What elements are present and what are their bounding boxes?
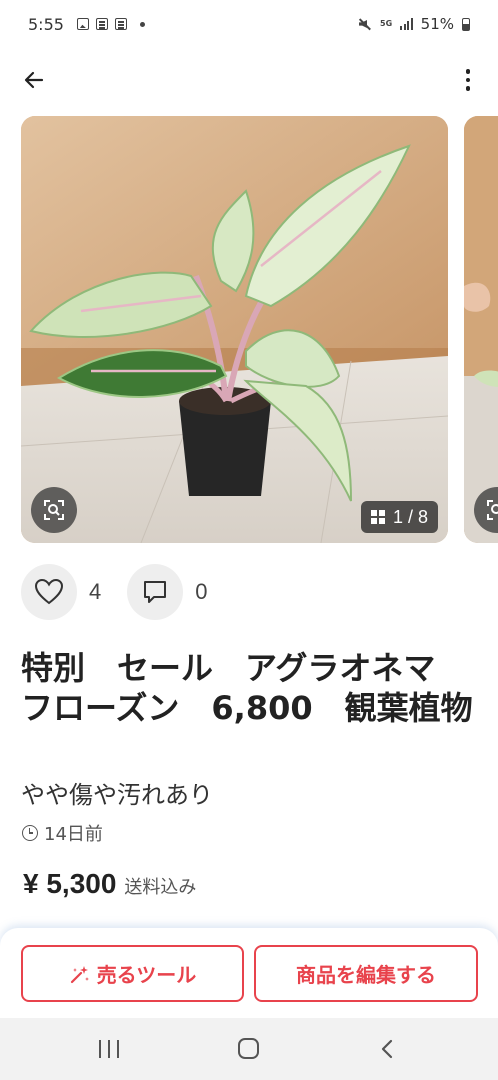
photo-counter: 1 / 8	[360, 501, 438, 533]
next-product-photo[interactable]	[464, 116, 498, 543]
doc-notification-icon	[95, 18, 108, 30]
item-title: 特別 セール アグラオネマ フローズン 6,800 観葉植物	[21, 649, 473, 727]
comment-count: 0	[195, 579, 208, 604]
status-right: 5G 51%	[358, 15, 470, 33]
grid-icon	[370, 510, 385, 524]
system-nav-bar	[0, 1018, 498, 1080]
back-button[interactable]	[16, 62, 52, 98]
bottom-action-bar: 売るツール 商品を編集する	[0, 928, 498, 1018]
more-vertical-icon	[465, 69, 471, 74]
mute-icon	[358, 17, 372, 31]
doc-notification-icon	[114, 18, 127, 30]
sell-tools-button[interactable]: 売るツール	[21, 945, 244, 1002]
magic-wand-icon	[70, 965, 89, 983]
recent-apps-button[interactable]	[99, 1040, 119, 1058]
sell-tools-label: 売るツール	[96, 963, 197, 987]
battery-icon	[462, 17, 470, 31]
photo-counter-text: 1 / 8	[392, 506, 428, 527]
comment-button[interactable]	[127, 564, 184, 620]
system-back-button[interactable]	[381, 1039, 393, 1059]
image-notification-icon	[76, 18, 89, 30]
item-condition: やや傷や汚れあり	[21, 781, 213, 809]
more-options-button[interactable]	[456, 62, 480, 98]
image-search-icon	[487, 500, 498, 520]
image-search-button[interactable]	[31, 487, 77, 533]
home-button[interactable]	[238, 1038, 259, 1059]
photo-gallery[interactable]: 1 / 8	[0, 116, 498, 544]
like-button[interactable]	[21, 564, 77, 620]
plant-photo-image	[21, 116, 448, 543]
like-count: 4	[89, 579, 102, 604]
posted-time-text: 14日前	[44, 824, 103, 845]
image-search-icon	[44, 500, 64, 520]
dot-icon	[139, 21, 145, 27]
posted-time: 14日前	[22, 820, 103, 846]
shipping-note: 送料込み	[124, 877, 197, 898]
signal-icon	[400, 18, 413, 30]
status-left: 5:55	[28, 15, 145, 34]
network-label: 5G	[380, 19, 393, 28]
next-photo-image	[464, 116, 498, 543]
heart-icon	[34, 578, 64, 605]
comment-icon	[144, 581, 167, 603]
recent-apps-icon	[99, 1040, 102, 1058]
item-price: ¥ 5,300	[23, 868, 117, 899]
engagement-row: 4 0	[21, 563, 234, 621]
status-time: 5:55	[28, 14, 64, 34]
clock-icon	[22, 825, 38, 841]
edit-item-label: 商品を編集する	[296, 963, 436, 987]
status-bar: 5:55 5G 51%	[0, 0, 498, 48]
app-bar	[0, 58, 498, 102]
arrow-left-icon	[24, 71, 44, 89]
battery-percent: 51%	[420, 15, 454, 33]
product-photo[interactable]: 1 / 8	[21, 116, 448, 543]
price-row: ¥ 5,300 送料込み	[23, 868, 196, 900]
edit-item-button[interactable]: 商品を編集する	[254, 945, 478, 1002]
